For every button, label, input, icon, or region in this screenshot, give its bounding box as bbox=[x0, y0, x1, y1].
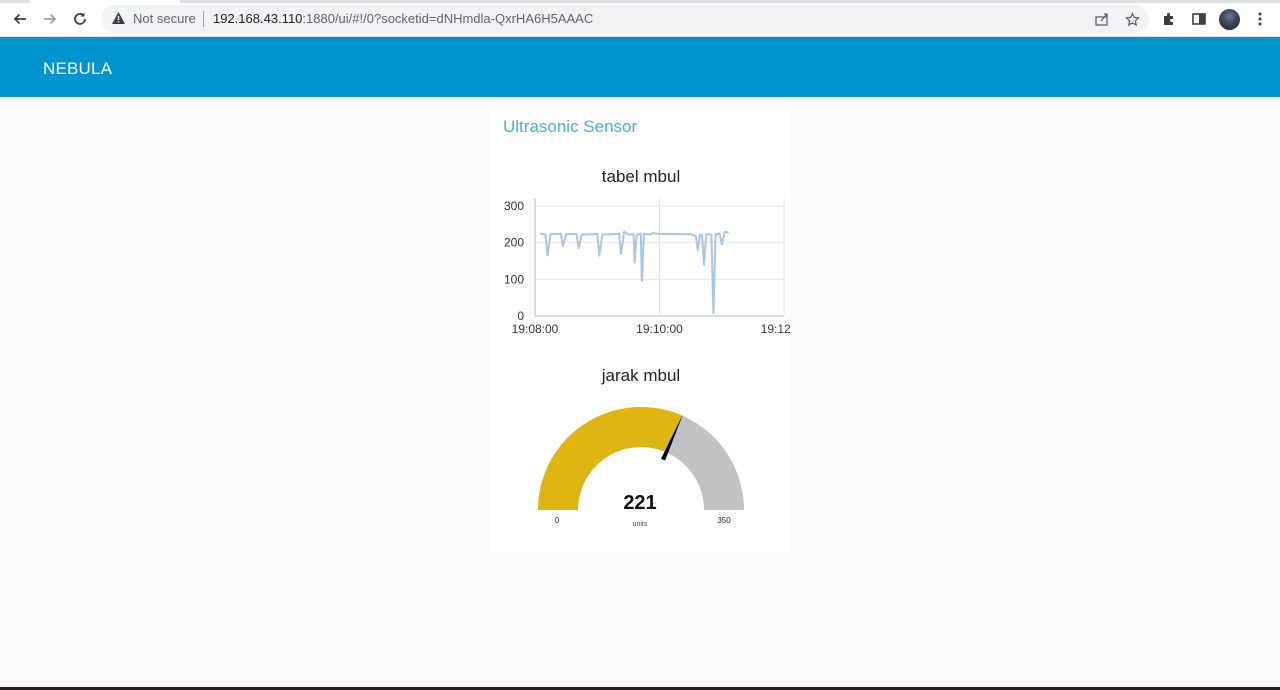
data-point bbox=[623, 230, 626, 233]
data-point bbox=[565, 233, 567, 236]
gauge-max-label: 350 bbox=[717, 516, 731, 525]
data-point bbox=[724, 230, 726, 233]
data-point bbox=[596, 233, 599, 235]
data-point bbox=[703, 263, 705, 266]
data-point bbox=[544, 233, 547, 236]
active-tab[interactable] bbox=[30, 0, 180, 3]
data-point bbox=[689, 233, 692, 236]
gauge-value-arc bbox=[538, 406, 683, 510]
gauge[interactable]: 221 units 0 350 bbox=[491, 393, 791, 543]
data-point bbox=[618, 232, 620, 235]
side-panel-icon[interactable] bbox=[1188, 8, 1210, 30]
warning-icon[interactable] bbox=[111, 11, 126, 25]
profile-avatar[interactable] bbox=[1219, 9, 1240, 30]
gauge-min-label: 0 bbox=[555, 516, 560, 525]
x-tick-label: 19:10:00 bbox=[636, 322, 683, 336]
data-point bbox=[546, 254, 549, 257]
divider bbox=[203, 11, 204, 27]
reload-icon[interactable] bbox=[69, 8, 91, 30]
chart-title: tabel mbul bbox=[601, 167, 681, 186]
data-point bbox=[591, 233, 593, 236]
page-title: NEBULA bbox=[43, 59, 113, 78]
gauge-units: units bbox=[633, 521, 648, 528]
data-point bbox=[649, 233, 651, 236]
data-point bbox=[635, 233, 638, 236]
data-point bbox=[577, 247, 580, 249]
data-point bbox=[720, 243, 723, 246]
data-point bbox=[714, 233, 717, 236]
tab-strip bbox=[0, 0, 1280, 3]
data-point bbox=[643, 233, 645, 235]
back-icon[interactable] bbox=[9, 8, 31, 30]
data-point bbox=[718, 232, 721, 235]
extensions-icon[interactable] bbox=[1158, 8, 1180, 30]
browser-toolbar: Not secure 192.168.43.110:1880/ui/#!/0?s… bbox=[0, 0, 1280, 37]
data-point bbox=[580, 233, 583, 236]
data-point bbox=[699, 233, 701, 236]
data-point bbox=[651, 232, 654, 234]
data-point bbox=[695, 235, 697, 237]
series-line bbox=[539, 230, 729, 315]
data-point bbox=[697, 249, 699, 251]
star-icon[interactable] bbox=[1123, 10, 1141, 28]
data-point bbox=[598, 254, 601, 257]
data-point bbox=[701, 234, 703, 236]
data-point bbox=[727, 231, 729, 234]
data-point bbox=[562, 245, 564, 248]
data-point bbox=[620, 252, 622, 255]
data-point bbox=[549, 233, 552, 235]
y-tick-label: 100 bbox=[504, 272, 524, 286]
url-host: 192.168.43.110 bbox=[213, 11, 303, 26]
forward-icon[interactable] bbox=[39, 8, 61, 30]
data-point bbox=[632, 233, 635, 236]
data-point bbox=[658, 233, 661, 235]
data-point bbox=[710, 233, 713, 236]
url-text[interactable]: 192.168.43.110:1880/ui/#!/0?socketid=dNH… bbox=[213, 11, 593, 26]
data-point bbox=[640, 233, 642, 235]
group-card: Ultrasonic Sensor tabel mbul 0 100 200 300 1… bbox=[491, 103, 791, 553]
y-tick-label: 0 bbox=[517, 309, 524, 323]
data-point bbox=[575, 233, 578, 235]
more-menu-icon[interactable] bbox=[1249, 8, 1271, 30]
data-point bbox=[539, 232, 541, 235]
gauge-value: 221 bbox=[623, 492, 656, 514]
x-tick-label: 19:08:00 bbox=[512, 322, 559, 336]
data-point bbox=[641, 280, 643, 282]
url-path: :1880/ui/#!/0?socketid=dNHmdla-QxrHA6H5A… bbox=[302, 11, 594, 26]
data-point bbox=[712, 312, 715, 314]
data-point bbox=[627, 233, 630, 236]
share-icon[interactable] bbox=[1093, 10, 1111, 28]
gauge-title: jarak mbul bbox=[601, 366, 681, 385]
y-tick-label: 300 bbox=[504, 199, 524, 213]
data-point bbox=[601, 233, 604, 236]
dashboard-header: NEBULA bbox=[0, 37, 1280, 97]
group-title: Ultrasonic Sensor bbox=[503, 117, 638, 136]
security-label[interactable]: Not secure bbox=[133, 11, 196, 26]
y-tick-label: 200 bbox=[504, 236, 524, 250]
x-tick-label: 19:12:00 bbox=[761, 322, 791, 336]
data-point bbox=[705, 233, 707, 236]
address-bar[interactable]: Not secure 192.168.43.110:1880/ui/#!/0?s… bbox=[101, 5, 1149, 33]
data-point bbox=[633, 262, 636, 264]
data-point bbox=[560, 233, 562, 235]
